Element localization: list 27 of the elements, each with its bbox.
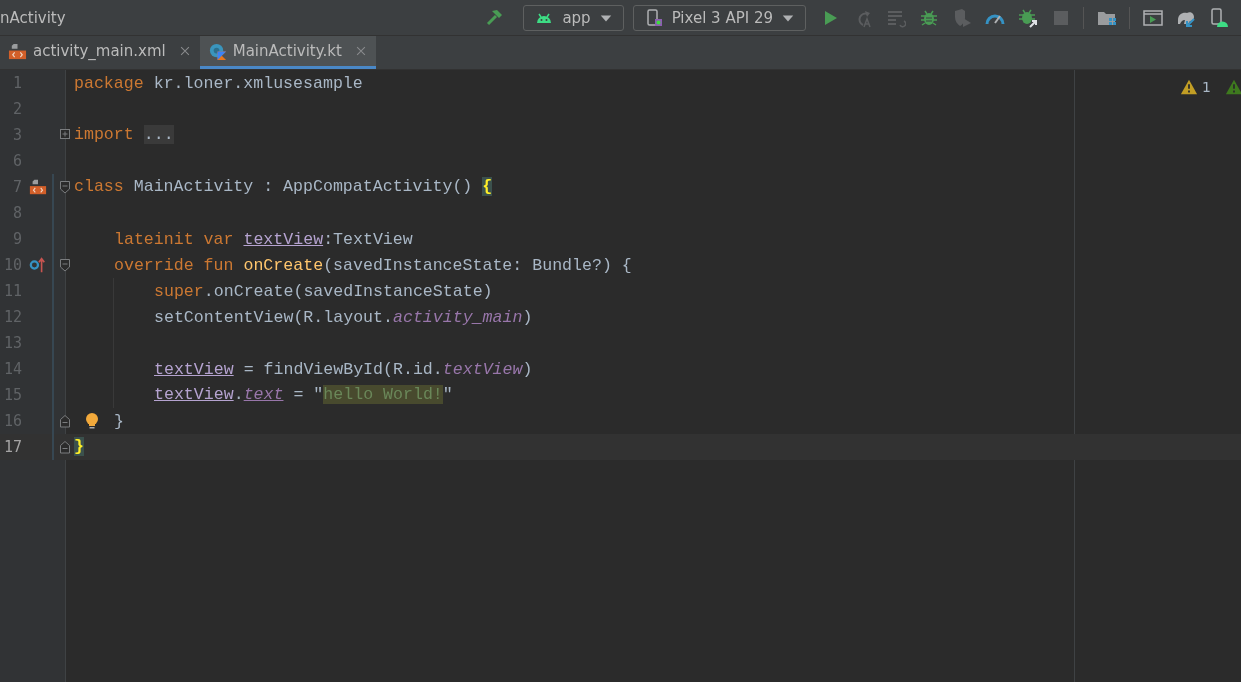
file-tab[interactable]: activity_main.xml (0, 36, 200, 69)
code-line: } (114, 411, 124, 431)
warning-count[interactable]: 1 (1202, 79, 1211, 95)
phone-android-icon (1208, 7, 1229, 28)
code-line: import ... (74, 124, 174, 146)
code-line: lateinit var textView:TextView (114, 229, 413, 249)
kotlin-file-icon (207, 41, 227, 61)
code-line: textView = findViewById(R.id.textView) (154, 359, 533, 379)
configuration-dropdown[interactable]: app (523, 4, 624, 31)
hammer-icon (484, 7, 505, 28)
code-line: class MainActivity : AppCompatActivity() { (74, 176, 493, 198)
window-title: nActivity (0, 8, 66, 27)
fold-marker-icon[interactable] (59, 414, 71, 429)
bug-arrow-icon (1017, 7, 1038, 28)
line-number: 17 (2, 438, 22, 456)
code-line: textView.text = "hello World!" (154, 384, 453, 406)
device-dropdown[interactable]: Pixel 3 API 29 (632, 4, 806, 31)
fold-marker-icon[interactable] (59, 440, 71, 455)
code-line: override fun onCreate(savedInstanceState: Bundle?) { (114, 255, 632, 275)
file-tab[interactable]: MainActivity.kt (199, 36, 376, 69)
fold-marker-icon[interactable] (59, 180, 71, 195)
code-line: package kr.loner.xmlusesample (74, 73, 363, 93)
code-line: super.onCreate(savedInstanceState) (154, 281, 493, 301)
layout-file-icon (8, 41, 27, 61)
code-line: setContentView(R.layout.activity_main) (154, 307, 533, 327)
window-play-icon (1142, 7, 1163, 28)
fold-marker-icon[interactable] (59, 258, 71, 273)
